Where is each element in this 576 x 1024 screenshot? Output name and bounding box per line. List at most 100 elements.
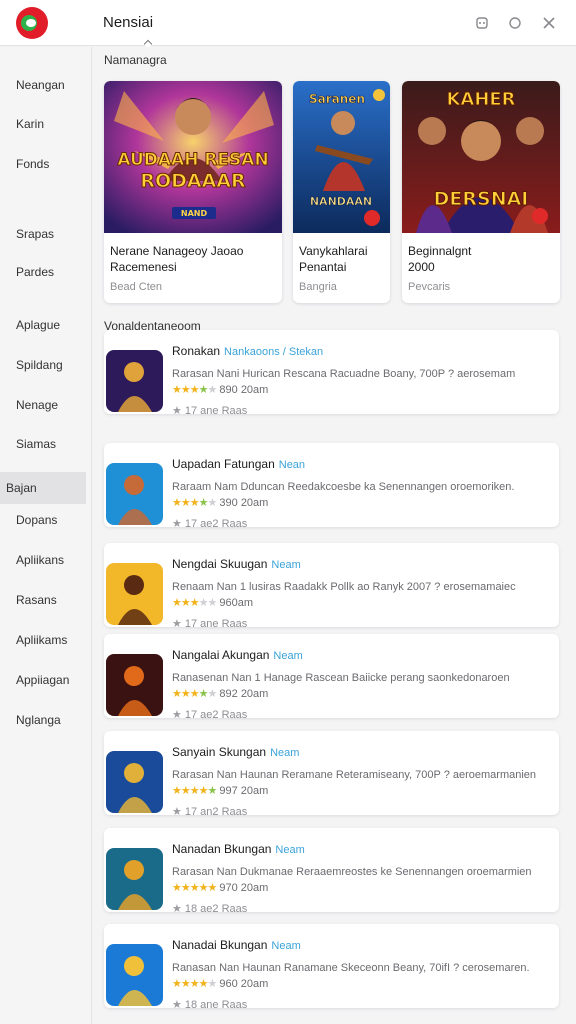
- star-rating-icon: ★★★★★: [172, 882, 217, 894]
- featured-art-subtitle: RODAAAR: [140, 170, 246, 192]
- featured-card[interactable]: AUDAAH RESAN RODAAAR NAND Nerane Nanageo…: [104, 81, 282, 303]
- star-icon: ★: [172, 903, 182, 915]
- sidebar-item[interactable]: Nenage: [0, 389, 92, 421]
- featured-card-title: Nerane Nanageoy Jaoao Racemenesi: [110, 244, 244, 274]
- featured-art-title: Saranen: [309, 92, 365, 106]
- list-item-rating: ★★★★★ 960 20am: [172, 978, 269, 990]
- list-item-tag: Neam: [275, 844, 305, 856]
- featured-artwork: AUDAAH RESAN RODAAAR NAND: [104, 81, 282, 233]
- sidebar-nav: Neangan Karin Fonds Srapas Pardes Aplagu…: [0, 47, 92, 1024]
- list-item-tag: Neam: [271, 940, 301, 952]
- app-thumbnail: [106, 654, 163, 716]
- list-item-description: Rarasan Nan Dukmanae Reraaemreostes ke S…: [172, 866, 532, 878]
- star-icon: ★: [172, 405, 182, 417]
- sidebar-item[interactable]: Apliikans: [0, 544, 92, 576]
- featured-card-category: Pevcaris: [408, 281, 451, 293]
- list-item-title: Nengdai Skuugan Neam: [172, 557, 301, 571]
- app-header: Nensiai: [0, 0, 576, 49]
- sidebar-item[interactable]: Neangan: [0, 69, 92, 101]
- list-item[interactable]: Uapadan Fatungan Nean Raraam Nam Dduncan R…: [104, 443, 559, 530]
- list-item[interactable]: Nanadan Bkungan Neam Rarasan Nan Dukmanae …: [104, 828, 559, 915]
- sidebar-item[interactable]: Srapas: [0, 218, 92, 250]
- main-content: Namanagra AUDAAH RESAN RODAAAR NAND Nera…: [93, 47, 576, 1024]
- list-item-tag: Neam: [273, 650, 303, 662]
- featured-art-subtitle: NANDAAN: [310, 195, 372, 208]
- featured-artwork: KAHER DERSNAI: [402, 81, 560, 233]
- featured-card-title: Vanykahlarai Penantai: [299, 244, 368, 274]
- app-title: Nensiai: [103, 14, 154, 31]
- app-thumbnail: [106, 463, 163, 525]
- list-item-description: Renaam Nan 1 lusiras Raadakk Pollk ao Ra…: [172, 581, 516, 593]
- featured-art-title: AUDAAH RESAN: [117, 150, 268, 170]
- list-item-downloads: ★ 17 an2 Raas: [172, 806, 248, 818]
- sidebar-item[interactable]: Spildang: [0, 349, 92, 381]
- star-rating-icon: ★★★★★: [172, 688, 217, 700]
- list-item-description: Raraam Nam Dduncan Reedakcoesbe ka Senen…: [172, 481, 515, 493]
- sidebar-item[interactable]: Pardes: [0, 256, 92, 288]
- list-item-title: Nanadai Bkungan Neam: [172, 938, 301, 952]
- list-item-downloads: ★ 17 ane Raas: [172, 405, 248, 417]
- featured-card[interactable]: Saranen NANDAAN Vanykahlarai Penantai Ba…: [293, 81, 390, 303]
- list-item-title: Sanyain Skungan Neam: [172, 745, 300, 759]
- list-item-rating: ★★★★★ 960am: [172, 597, 254, 609]
- star-icon: ★: [172, 999, 182, 1011]
- star-rating-icon: ★★★★★: [172, 497, 217, 509]
- sidebar-item[interactable]: Dopans: [0, 504, 92, 536]
- sidebar-item[interactable]: Fonds: [0, 148, 92, 180]
- list-item-downloads: ★ 17 ae2 Raas: [172, 709, 248, 721]
- list-item[interactable]: Nangalai Akungan Neam Ranasenan Nan 1 Hana…: [104, 634, 559, 721]
- list-item-downloads: ★ 18 ane Raas: [172, 999, 248, 1011]
- list-item-description: Rarasan Nani Hurican Rescana Racuadne Bo…: [172, 368, 516, 380]
- list-item[interactable]: Nengdai Skuugan Neam Renaam Nan 1 lusiras …: [104, 543, 559, 630]
- list-item-rating: ★★★★★ 970 20am: [172, 882, 269, 894]
- app-thumbnail: [106, 944, 163, 1006]
- list-item-downloads: ★ 17 ane Raas: [172, 618, 248, 630]
- featured-card-category: Bead Cten: [110, 281, 162, 293]
- sidebar-item[interactable]: Appiiagan: [0, 664, 92, 696]
- featured-section-title: Namanagra: [104, 53, 167, 67]
- list-item-title: Uapadan Fatungan Nean: [172, 457, 306, 471]
- featured-card-category: Bangria: [299, 281, 337, 293]
- list-item[interactable]: Sanyain Skungan Neam Rarasan Nan Haunan Re…: [104, 731, 559, 818]
- list-item-downloads: ★ 17 ae2 Raas: [172, 518, 248, 530]
- app-thumbnail: [106, 751, 163, 813]
- list-item-title: Nangalai Akungan Neam: [172, 648, 303, 662]
- app-thumbnail: [106, 350, 163, 412]
- star-rating-icon: ★★★★★: [172, 384, 217, 396]
- sidebar-item[interactable]: Karin: [0, 108, 92, 140]
- app-logo-icon[interactable]: [16, 7, 48, 39]
- close-icon[interactable]: [538, 12, 560, 34]
- sidebar-item[interactable]: Apliikams: [0, 624, 92, 656]
- sidebar-item[interactable]: Aplague: [0, 309, 92, 341]
- featured-artwork: Saranen NANDAAN: [293, 81, 390, 233]
- circle-icon[interactable]: [504, 12, 526, 34]
- star-rating-icon: ★★★★★: [172, 597, 217, 609]
- list-item-tag: Neam: [271, 559, 301, 571]
- list-item-tag: Nankaoons / Stekan: [224, 346, 324, 358]
- star-icon: ★: [172, 709, 182, 721]
- list-item[interactable]: Nanadai Bkungan Neam Ranasan Nan Haunan Ra…: [104, 924, 559, 1011]
- list-item-tag: Nean: [278, 459, 306, 471]
- gamepad-icon[interactable]: [471, 12, 493, 34]
- star-rating-icon: ★★★★★: [172, 978, 217, 990]
- list-item[interactable]: Ronakan Nankaoons / Stekan Rarasan Nani Hu…: [104, 330, 559, 417]
- star-icon: ★: [172, 806, 182, 818]
- list-item-title: Nanadan Bkungan Neam: [172, 842, 305, 856]
- list-item-rating: ★★★★★ 890 20am: [172, 384, 269, 396]
- sidebar-item[interactable]: Rasans: [0, 584, 92, 616]
- star-icon: ★: [172, 518, 182, 530]
- featured-art-subtitle: DERSNAI: [434, 188, 529, 210]
- list-item-rating: ★★★★★ 892 20am: [172, 688, 269, 700]
- featured-card[interactable]: KAHER DERSNAI Beginnalgnt 2000 Pevcaris: [402, 81, 560, 303]
- sidebar-item-active[interactable]: Bajan: [0, 472, 86, 504]
- sidebar-item[interactable]: Nglanga: [0, 704, 92, 736]
- sidebar-item[interactable]: Siamas: [0, 428, 92, 460]
- list-item-description: Ranasenan Nan 1 Hanage Rascean Baiicke p…: [172, 672, 510, 684]
- featured-art-badge: NAND: [181, 209, 208, 218]
- app-thumbnail: [106, 563, 163, 625]
- star-rating-icon: ★★★★★: [172, 785, 217, 797]
- star-icon: ★: [172, 618, 182, 630]
- featured-card-title: Beginnalgnt 2000: [408, 244, 472, 274]
- list-item-title: Ronakan Nankaoons / Stekan: [172, 344, 324, 358]
- list-item-rating: ★★★★★ 390 20am: [172, 497, 269, 509]
